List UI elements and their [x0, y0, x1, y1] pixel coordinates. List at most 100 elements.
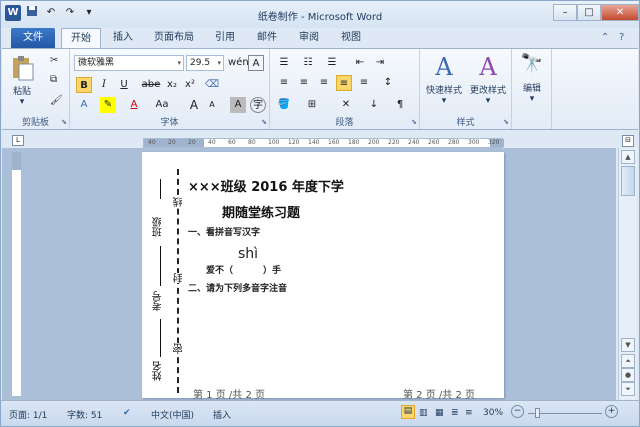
chinese-layout-icon[interactable]: ✕ [338, 97, 354, 113]
align-center-icon[interactable]: ≡ [296, 75, 312, 91]
tab-home[interactable]: 开始 [61, 28, 101, 48]
scroll-up-icon[interactable]: ▲ [621, 150, 635, 164]
ruler-tick-label: 200 [368, 139, 380, 146]
zoom-level[interactable]: 30% [483, 408, 503, 418]
draft-icon[interactable]: ≡ [465, 408, 473, 418]
tab-file[interactable]: 文件 [11, 28, 55, 48]
outline-icon[interactable]: ≣ [451, 408, 459, 418]
change-styles-label: 更改样式 [469, 86, 506, 96]
status-page[interactable]: 页面: 1/1 [9, 408, 47, 421]
clipboard-launcher-icon[interactable]: ⬊ [61, 118, 67, 126]
shrink-font-button[interactable]: A [204, 97, 220, 113]
change-case-button[interactable]: Aa [152, 97, 172, 113]
tab-selector-icon[interactable]: L [12, 135, 24, 146]
distributed-icon[interactable]: ≡ [356, 75, 372, 91]
grow-font-button[interactable]: A [186, 97, 202, 113]
paragraph-group-label: 段落 [335, 118, 354, 128]
show-marks-icon[interactable]: ¶ [392, 97, 408, 113]
ruler-ticks: 40 20 20 40 60 80 100 120 140 160 180 200 220 240 260 2… [144, 139, 504, 147]
multilevel-list-icon[interactable]: ☰ [324, 55, 340, 71]
align-left-icon[interactable]: ≡ [276, 75, 292, 91]
highlight-icon[interactable]: ✎ [100, 97, 116, 113]
subscript-button[interactable]: x₂ [164, 77, 180, 93]
document-page[interactable]: ×××班级 2016 年度下学 期随堂练习题 一、看拼音写汉字 shì 爱不（ ）… [142, 152, 504, 398]
next-page-icon[interactable]: ⏷ [621, 382, 635, 396]
paste-button[interactable]: 粘贴 ▾ [6, 55, 38, 107]
view-ruler-icon[interactable]: ⊟ [622, 135, 634, 147]
clear-format-icon[interactable]: ⌫ [204, 77, 220, 93]
ruler-tick-label: 300 [468, 139, 480, 146]
minimize-ribbon-icon[interactable]: ⌃ [601, 32, 609, 43]
font-name-value: 微软雅黑 [78, 58, 115, 68]
sort-icon[interactable]: ↓ [366, 97, 382, 113]
char-border-icon[interactable]: A [248, 55, 264, 71]
print-layout-icon[interactable]: ▤ [401, 405, 415, 419]
quick-styles-button[interactable]: A 快速样式 ▾ [422, 53, 466, 106]
superscript-button[interactable]: x² [182, 77, 198, 93]
close-button[interactable]: ✕ [601, 4, 639, 21]
scroll-down-icon[interactable]: ▼ [621, 338, 635, 352]
char-shading-icon[interactable]: A [230, 97, 246, 113]
bold-button[interactable]: B [76, 77, 92, 93]
text-effects-icon[interactable]: A [76, 97, 92, 113]
underline-button[interactable]: U [116, 77, 132, 93]
line-spacing-icon[interactable]: ↕ [380, 75, 396, 91]
window-title: 纸卷制作 - Microsoft Word [257, 12, 383, 23]
ruler-tick-label: 60 [228, 139, 236, 146]
decrease-indent-icon[interactable]: ⇤ [352, 55, 368, 71]
editing-button[interactable]: 🔭 编辑 ▾ [514, 53, 550, 104]
vertical-scrollbar[interactable]: ▲ ▼ ⏶ ● ⏷ [618, 148, 637, 400]
strikethrough-button[interactable]: abe [140, 77, 162, 93]
ruler-tick-label: 240 [408, 139, 420, 146]
web-layout-icon[interactable]: ▦ [435, 408, 444, 418]
scroll-thumb[interactable] [621, 166, 635, 196]
styles-launcher-icon[interactable]: ⬊ [503, 118, 509, 126]
side-label-name: 姓名 [153, 361, 164, 381]
paragraph-launcher-icon[interactable]: ⬊ [411, 118, 417, 126]
font-color-icon[interactable]: A [126, 97, 142, 113]
help-icon[interactable]: ? [619, 32, 624, 43]
horizontal-ruler[interactable]: 40 20 20 40 60 80 100 120 140 160 180 200 220 240 260 2… [143, 138, 504, 148]
maximize-button[interactable]: □ [577, 4, 601, 21]
justify-icon[interactable]: ≡ [336, 75, 352, 91]
proofing-icon[interactable]: ✔ [123, 408, 131, 418]
zoom-out-button[interactable]: − [511, 405, 524, 418]
status-words[interactable]: 字数: 51 [67, 408, 102, 421]
tab-page-layout[interactable]: 页面布局 [147, 28, 201, 48]
numbering-icon[interactable]: ☷ [300, 55, 316, 71]
browse-object-icon[interactable]: ● [621, 368, 635, 382]
italic-button[interactable]: I [96, 77, 112, 93]
increase-indent-icon[interactable]: ⇥ [372, 55, 388, 71]
change-styles-button[interactable]: A 更改样式 ▾ [466, 53, 510, 106]
font-size-select[interactable]: 29.5 ▾ [186, 55, 224, 71]
tab-review[interactable]: 审阅 [291, 28, 327, 48]
tab-insert[interactable]: 插入 [105, 28, 141, 48]
cut-icon[interactable]: ✂ [50, 55, 58, 66]
ruler-tick-label: 80 [248, 139, 256, 146]
font-name-select[interactable]: 微软雅黑 ▾ [74, 55, 184, 71]
fullscreen-reading-icon[interactable]: ▥ [419, 408, 428, 418]
borders-icon[interactable]: ⊞ [304, 97, 320, 113]
minimize-button[interactable]: – [553, 4, 577, 21]
tab-references[interactable]: 引用 [207, 28, 243, 48]
ruler-tick-label: 280 [448, 139, 460, 146]
ribbon: 粘贴 ▾ ✂ ⧉ 🖌 剪贴板 ⬊ 微软雅黑 ▾ 29.5 ▾ wén A B I U… [2, 48, 638, 130]
font-launcher-icon[interactable]: ⬊ [261, 118, 267, 126]
tab-mailings[interactable]: 邮件 [249, 28, 285, 48]
copy-icon[interactable]: ⧉ [50, 74, 57, 85]
align-right-icon[interactable]: ≡ [316, 75, 332, 91]
bullets-icon[interactable]: ☰ [276, 55, 292, 71]
shading-icon[interactable]: 🪣 [276, 97, 292, 113]
find-binoculars-icon: 🔭 [520, 53, 544, 74]
zoom-in-button[interactable]: + [605, 405, 618, 418]
status-insert-mode[interactable]: 插入 [213, 408, 231, 421]
prev-page-icon[interactable]: ⏶ [621, 354, 635, 368]
status-language[interactable]: 中文(中国) [151, 408, 194, 421]
quick-styles-label: 快速样式 [425, 86, 462, 96]
format-painter-icon[interactable]: 🖌 [50, 95, 63, 106]
tab-view[interactable]: 视图 [333, 28, 369, 48]
pinyin-guide-icon[interactable]: wén [228, 55, 249, 71]
vertical-ruler[interactable] [11, 151, 22, 397]
enclose-char-icon[interactable]: 字 [250, 97, 266, 113]
zoom-slider-thumb[interactable] [535, 408, 540, 418]
